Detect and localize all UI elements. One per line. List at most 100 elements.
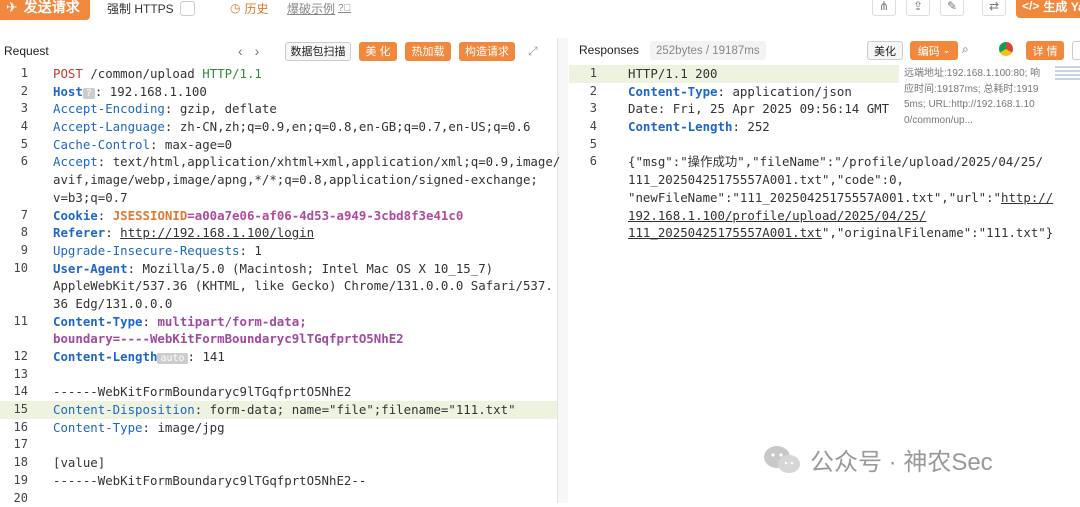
line-number: 6 xyxy=(569,153,597,171)
generate-yaml-button[interactable]: </> 生成 Ya xyxy=(1016,0,1080,18)
line-number: 18 xyxy=(0,454,28,472)
referer-link[interactable]: http://192.168.1.100/login xyxy=(120,225,314,240)
share-icon[interactable]: ⋔ xyxy=(872,0,896,16)
response-beautify-button[interactable]: 美化 xyxy=(867,41,903,60)
header-key: Upgrade-Insecure-Requests xyxy=(53,243,240,258)
date-header: Date: Fri, 25 Apr 2025 09:56:14 GMT xyxy=(628,100,889,118)
header-key: Content-Disposition xyxy=(53,402,195,417)
url-link-cont[interactable]: 192.168.1.100/profile/upload/2025/04/25/ xyxy=(628,207,926,225)
line-number: 6 xyxy=(0,153,28,171)
json-body-cont: 111_20250425175557A001.txt","code":0, xyxy=(628,171,904,189)
watermark: 公众号 · 神农Sec xyxy=(762,442,993,477)
http-protocol: HTTP/1.1 xyxy=(202,66,262,81)
encoding-dropdown[interactable]: 编码⌄ xyxy=(910,41,958,60)
line-number: 5 xyxy=(0,136,28,154)
chevron-left-icon[interactable]: ‹ xyxy=(238,43,243,59)
chevron-down-icon: ⌄ xyxy=(943,45,951,56)
header-value: 141 xyxy=(202,349,224,364)
auto-length-chip[interactable]: auto xyxy=(157,353,187,364)
wechat-icon xyxy=(762,444,802,476)
line-number: 1 xyxy=(0,65,28,83)
header-value-cont: AppleWebKit/537.36 (KHTML, like Gecko) C… xyxy=(53,277,553,295)
info-line: 应时间:19187ms; 总耗时:1919 xyxy=(904,82,1054,98)
packet-scan-button[interactable]: 数据包扫描 xyxy=(285,42,351,61)
header-value: 1 xyxy=(254,243,261,258)
top-toolbar: ✈ 发送请求 强制 HTTPS ◷ 历史 爆破示例 ?⃝ ⋔ ⇪ ✎ ⇄ </>… xyxy=(0,0,1080,22)
response-editor[interactable]: 1HTTP/1.1 200 2Content-Type: application… xyxy=(569,65,899,242)
header-value: zh-CN,zh;q=0.9,en;q=0.8,en-GB;q=0.7,en-U… xyxy=(180,119,531,134)
hotload-button[interactable]: 热加载 xyxy=(405,42,451,61)
header-value-cont: avif,image/webp,image/apng,*/*;q=0.8,app… xyxy=(53,171,538,189)
json-body: {"msg":"操作成功","fileName":"/profile/uploa… xyxy=(628,153,1043,171)
line-number: 12 xyxy=(0,348,28,366)
info-line: 远端地址:192.168.1.100:80; 响 xyxy=(904,66,1054,82)
line-number: 14 xyxy=(0,383,28,401)
header-value: form-data; name="file";filename="111.txt… xyxy=(210,402,516,417)
generate-yaml-label: 生成 Ya xyxy=(1043,0,1080,15)
fuzz-example-label: 爆破示例 xyxy=(287,0,335,17)
history-label: 历史 xyxy=(244,0,268,17)
header-key: User-Agent xyxy=(53,261,128,276)
expand-icon[interactable]: ⤢ xyxy=(528,44,538,59)
header-value: text/html,application/xhtml+xml,applicat… xyxy=(113,154,561,169)
force-https-label: 强制 HTTPS xyxy=(107,0,174,17)
header-value: 192.168.1.100 xyxy=(110,84,207,99)
line-number: 2 xyxy=(569,83,597,101)
minimap[interactable] xyxy=(1055,64,1080,80)
beautify-button[interactable]: 美 化 xyxy=(359,42,397,61)
fuzz-example-link[interactable]: 爆破示例 ?⃝ xyxy=(287,0,351,16)
header-key: Content-Length xyxy=(53,349,157,364)
line-number: 10 xyxy=(0,260,28,278)
line-number: 7 xyxy=(0,207,28,225)
host-help-chip[interactable]: ? xyxy=(83,88,95,99)
header-value: multipart/form-data; xyxy=(157,314,306,329)
chevron-right-icon[interactable]: › xyxy=(255,43,260,59)
line-number: 16 xyxy=(0,419,28,437)
code-icon: </> xyxy=(1022,0,1039,13)
request-editor[interactable]: 1POST /common/upload HTTP/1.1 2Host?: 19… xyxy=(0,65,557,507)
swap-icon[interactable]: ⇄ xyxy=(982,0,1006,16)
pane-gutter xyxy=(558,38,568,503)
url-link[interactable]: http:// xyxy=(1001,190,1053,205)
line-number: 19 xyxy=(0,472,28,490)
top-icon-group: ⋔ xyxy=(872,0,896,18)
header-key: Cookie xyxy=(53,208,98,223)
request-header: Request ‹ › 数据包扫描 美 化 热加载 构造请求 ⤢ xyxy=(0,38,557,64)
edit-icon[interactable]: ✎ xyxy=(940,0,964,16)
response-header: Responses 252bytes / 19187ms 美化 编码⌄ ⌕ 详 … xyxy=(569,38,1080,64)
history-button[interactable]: ◷ 历史 xyxy=(230,0,269,16)
send-request-button[interactable]: ✈ 发送请求 xyxy=(0,0,90,20)
header-value: 252 xyxy=(747,119,769,134)
request-path: /common/upload xyxy=(90,66,194,81)
header-value: image/jpg xyxy=(157,420,224,435)
header-key: Content-Type xyxy=(628,84,718,99)
send-icon: ✈ xyxy=(6,0,18,16)
collapse-handle[interactable] xyxy=(1072,41,1080,60)
header-key: Content-Type xyxy=(53,314,143,329)
response-info-panel: 远端地址:192.168.1.100:80; 响 应时间:19187ms; 总耗… xyxy=(904,66,1054,128)
help-icon: ?⃝ xyxy=(338,3,351,14)
header-value: Mozilla/5.0 (Macintosh; Intel Mac OS X 1… xyxy=(143,261,494,276)
chrome-icon[interactable] xyxy=(999,42,1013,56)
body-value: [value] xyxy=(53,454,105,472)
header-value: application/json xyxy=(732,84,851,99)
construct-request-button[interactable]: 构造请求 xyxy=(459,42,515,61)
force-https-checkbox[interactable] xyxy=(180,1,195,16)
line-number: 5 xyxy=(569,136,597,154)
watermark-text: 公众号 · 神农Sec xyxy=(810,442,993,477)
cookie-value: =a00a7e06-af06-4d53-a949-3cbd8f3e41c0 xyxy=(187,208,463,223)
search-icon[interactable]: ⌕ xyxy=(962,42,969,57)
header-key: Referer xyxy=(53,225,105,240)
send-request-label: 发送请求 xyxy=(24,0,80,17)
clock-icon: ◷ xyxy=(230,1,240,15)
active-line: 15Content-Disposition: form-data; name="… xyxy=(0,401,557,419)
force-https-toggle[interactable]: 强制 HTTPS xyxy=(107,0,195,16)
url-link-end[interactable]: 111_20250425175557A001.txt xyxy=(628,225,822,240)
line-number: 20 xyxy=(0,490,28,507)
request-nav: ‹ › xyxy=(238,43,259,59)
detail-button[interactable]: 详 情 xyxy=(1026,41,1064,60)
export-icon[interactable]: ⇪ xyxy=(906,0,930,16)
line-number: 11 xyxy=(0,313,28,331)
encoding-label: 编码 xyxy=(918,43,940,59)
header-value: max-age=0 xyxy=(165,137,232,152)
